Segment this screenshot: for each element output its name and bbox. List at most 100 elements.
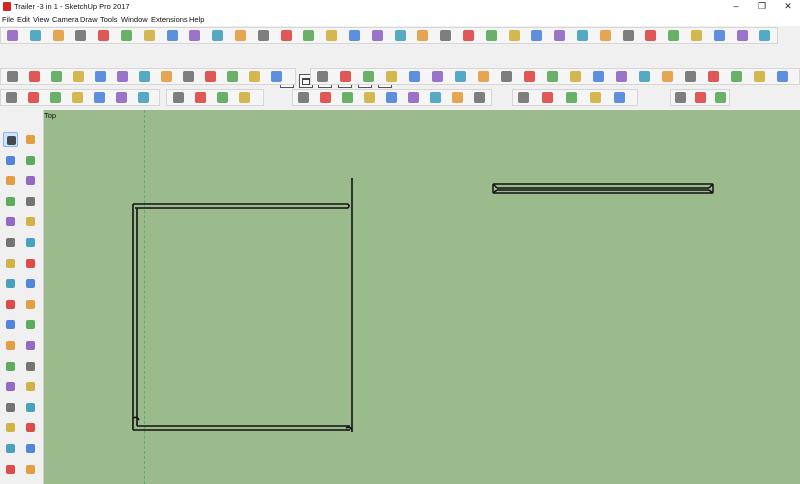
toolbar-button-icon[interactable] [217, 92, 228, 103]
toolbar-button-icon[interactable] [485, 30, 497, 41]
toolbar-button-icon[interactable] [668, 30, 680, 41]
toolbar-button-icon[interactable] [195, 92, 206, 103]
freehand-tool-icon[interactable] [23, 173, 38, 188]
toolbar-button-icon[interactable] [138, 92, 149, 103]
toolbar-button-icon[interactable] [432, 71, 443, 82]
toolbar-button-icon[interactable] [116, 92, 127, 103]
toolbar-button-icon[interactable] [662, 71, 673, 82]
toolbar-button-icon[interactable] [685, 71, 696, 82]
model-canvas[interactable] [44, 110, 800, 484]
toolbar-button-icon[interactable] [614, 92, 625, 103]
position-camera-icon[interactable] [3, 462, 18, 477]
zoom-extents-icon[interactable] [3, 441, 18, 456]
toolbar-button-icon[interactable] [227, 71, 238, 82]
toolbar-button-icon[interactable] [50, 92, 61, 103]
offset-tool-icon[interactable] [23, 317, 38, 332]
toolbar-button-icon[interactable] [524, 71, 535, 82]
toolbar-button-icon[interactable] [754, 71, 765, 82]
polygon-tool-icon[interactable] [23, 214, 38, 229]
toolbar-button-icon[interactable] [577, 30, 588, 41]
toolbar-button-icon[interactable] [75, 30, 87, 41]
toolbar-button-icon[interactable] [257, 30, 269, 41]
toolbar-button-icon[interactable] [29, 71, 40, 82]
toolbar-button-icon[interactable] [363, 71, 374, 82]
toolbar-button-icon[interactable] [364, 92, 375, 103]
toolbar-button-icon[interactable] [731, 71, 742, 82]
menu-edit[interactable]: Edit [17, 15, 30, 24]
dimension-tool-icon[interactable] [23, 338, 38, 353]
toolbar-button-icon[interactable] [452, 92, 463, 103]
toolbar-button-icon[interactable] [29, 30, 41, 41]
line-tool-icon[interactable] [3, 173, 18, 188]
menu-camera[interactable]: Camera [52, 15, 79, 24]
previous-view-icon[interactable] [23, 441, 38, 456]
toolbar-button-icon[interactable] [409, 71, 420, 82]
3d-text-icon[interactable] [23, 379, 38, 394]
toolbar-button-icon[interactable] [249, 71, 260, 82]
move-tool-icon[interactable] [3, 276, 18, 291]
toolbar-button-icon[interactable] [554, 30, 566, 41]
toolbar-button-icon[interactable] [478, 71, 489, 82]
toolbar-button-icon[interactable] [542, 92, 553, 103]
toolbar-button-icon[interactable] [759, 30, 771, 41]
toolbar-button-icon[interactable] [645, 30, 657, 41]
toolbar-button-icon[interactable] [6, 92, 17, 103]
toolbar-button-icon[interactable] [531, 30, 543, 41]
toolbar-button-icon[interactable] [616, 71, 627, 82]
toolbar-button-icon[interactable] [52, 30, 64, 41]
scale-tool-icon[interactable] [3, 317, 18, 332]
toolbar-button-icon[interactable] [7, 71, 18, 82]
toolbar-button-icon[interactable] [98, 30, 110, 41]
menu-window[interactable]: Window [121, 15, 148, 24]
toolbar-button-icon[interactable] [205, 71, 216, 82]
menu-draw[interactable]: Draw [80, 15, 98, 24]
toolbar-button-icon[interactable] [73, 71, 84, 82]
toolbar-button-icon[interactable] [94, 92, 105, 103]
toolbar-button-icon[interactable] [708, 71, 719, 82]
toolbar-button-icon[interactable] [386, 92, 397, 103]
text-tool-icon[interactable] [23, 359, 38, 374]
toolbar-button-icon[interactable] [298, 92, 309, 103]
toolbar-button-icon[interactable] [715, 92, 726, 103]
toolbar-button-icon[interactable] [212, 30, 224, 41]
toolbar-button-icon[interactable] [570, 71, 581, 82]
toolbar-button-icon[interactable] [639, 71, 650, 82]
minimize-button[interactable]: – [723, 0, 749, 14]
two-point-arc-icon[interactable] [23, 235, 38, 250]
toolbar-button-icon[interactable] [326, 30, 338, 41]
toolbar-button-icon[interactable] [590, 92, 601, 103]
toolbar-button-icon[interactable] [340, 71, 351, 82]
toolbar-button-icon[interactable] [371, 30, 383, 41]
toolbar-button-icon[interactable] [183, 71, 194, 82]
pie-tool-icon[interactable] [23, 256, 38, 271]
menu-extensions[interactable]: Extensions [151, 15, 188, 24]
toolbar-button-icon[interactable] [166, 30, 178, 41]
toolbar-button-icon[interactable] [547, 71, 558, 82]
toolbar-button-icon[interactable] [349, 30, 360, 41]
axes-tool-icon[interactable] [3, 379, 18, 394]
paint-bucket-icon[interactable] [3, 153, 18, 168]
menu-view[interactable]: View [33, 15, 49, 24]
toolbar-button-icon[interactable] [566, 92, 577, 103]
toolbar-button-icon[interactable] [599, 30, 611, 41]
menu-help[interactable]: Help [189, 15, 204, 24]
toolbar-button-icon[interactable] [430, 92, 441, 103]
toolbar-button-icon[interactable] [342, 92, 353, 103]
pan-tool-icon[interactable] [23, 400, 38, 415]
toolbar-button-icon[interactable] [271, 71, 282, 82]
toolbar-button-icon[interactable] [239, 92, 250, 103]
toolbar-button-icon[interactable] [317, 71, 328, 82]
close-button[interactable]: ✕ [775, 0, 800, 14]
toolbar-button-icon[interactable] [518, 92, 529, 103]
rotated-rectangle-icon[interactable] [23, 194, 38, 209]
eraser-icon[interactable] [23, 153, 38, 168]
toolbar-button-icon[interactable] [622, 30, 634, 41]
toolbar-button-icon[interactable] [303, 30, 315, 41]
toolbar-button-icon[interactable] [455, 71, 466, 82]
toolbar-button-icon[interactable] [121, 30, 132, 41]
toolbar-button-icon[interactable] [713, 30, 725, 41]
component-tool-icon[interactable] [23, 132, 38, 147]
rotate-tool-icon[interactable] [3, 297, 18, 312]
toolbar-button-icon[interactable] [161, 71, 172, 82]
toolbar-button-icon[interactable] [417, 30, 429, 41]
